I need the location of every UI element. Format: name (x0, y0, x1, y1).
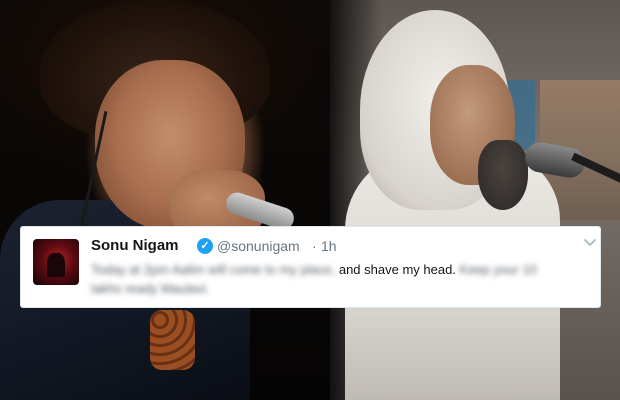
tweet-text-line-2: lakhs ready Maulavi. (91, 281, 210, 296)
blurred-text: Keep your 10 (459, 262, 537, 277)
beaded-bracelet (150, 310, 195, 370)
tweet-timestamp[interactable]: 1h (321, 238, 337, 254)
tweet-card[interactable]: Sonu Nigam ✓ @sonunigam · 1h Today at 2p… (20, 226, 601, 308)
separator-dot: · (312, 238, 317, 254)
blurred-text: lakhs ready Maulavi. (91, 281, 210, 296)
verified-badge-icon: ✓ (197, 238, 213, 254)
avatar[interactable] (33, 239, 79, 285)
cleric-beard (478, 140, 528, 210)
blurred-text: Today at 2pm Aalim will come to my place… (91, 262, 336, 277)
visible-text: and shave my head. (338, 262, 456, 277)
display-name[interactable]: Sonu Nigam (91, 237, 179, 254)
chevron-down-icon[interactable] (583, 236, 597, 250)
user-handle[interactable]: @sonunigam (217, 238, 300, 254)
tweet-text-line-1: Today at 2pm Aalim will come to my place… (91, 262, 537, 277)
